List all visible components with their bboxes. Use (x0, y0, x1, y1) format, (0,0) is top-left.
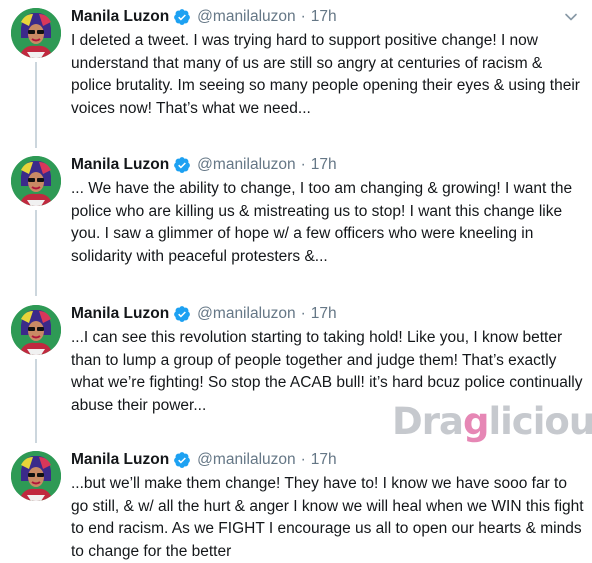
verified-badge-icon (173, 451, 191, 469)
thread-connector-line (35, 62, 37, 148)
tweet-header: Manila Luzon @manilaluzon · 17h (71, 303, 337, 325)
tweet-1[interactable]: Manila Luzon @manilaluzon · 17h I delete… (0, 0, 592, 148)
tweet-text: ... We have the ability to change, I too… (71, 180, 573, 265)
separator-dot: · (300, 451, 306, 468)
tweet-4[interactable]: Manila Luzon @manilaluzon · 17h ...but w… (0, 443, 592, 560)
verified-badge-icon (173, 8, 191, 26)
tweet-header: Manila Luzon @manilaluzon · 17h (71, 6, 337, 28)
tweet-header: Manila Luzon @manilaluzon · 17h (71, 449, 337, 471)
timestamp[interactable]: 17h (311, 305, 337, 323)
separator-dot: · (300, 156, 306, 173)
user-handle[interactable]: @manilaluzon (197, 305, 295, 323)
watermark-text-part3: licious (488, 400, 592, 443)
avatar[interactable] (11, 451, 61, 501)
verified-badge-icon (173, 156, 191, 174)
verified-badge-icon (173, 305, 191, 323)
thread-connector-line (35, 210, 37, 296)
display-name[interactable]: Manila Luzon (71, 451, 169, 469)
avatar[interactable] (11, 8, 61, 58)
thread-connector-line (35, 359, 37, 443)
tweet-2[interactable]: Manila Luzon @manilaluzon · 17h ... We h… (0, 148, 592, 296)
timestamp[interactable]: 17h (311, 451, 337, 469)
watermark-text-part1: Dra (392, 400, 464, 443)
watermark-text-part2: g (462, 400, 489, 443)
avatar[interactable] (11, 305, 61, 355)
avatar[interactable] (11, 156, 61, 206)
display-name[interactable]: Manila Luzon (71, 305, 169, 323)
timestamp[interactable]: 17h (311, 156, 337, 174)
timestamp[interactable]: 17h (311, 8, 337, 26)
user-handle[interactable]: @manilaluzon (197, 451, 295, 469)
separator-dot: · (300, 305, 306, 322)
dragilicious-watermark: Draglicious (392, 400, 592, 443)
display-name[interactable]: Manila Luzon (71, 8, 169, 26)
tweet-thread: Manila Luzon @manilaluzon · 17h I delete… (0, 0, 592, 560)
user-handle[interactable]: @manilaluzon (197, 8, 295, 26)
chevron-down-icon[interactable] (564, 10, 578, 24)
display-name[interactable]: Manila Luzon (71, 156, 169, 174)
tweet-text: I deleted a tweet. I was trying hard to … (71, 32, 580, 117)
user-handle[interactable]: @manilaluzon (197, 156, 295, 174)
separator-dot: · (300, 8, 306, 25)
tweet-text: ...but we’ll make them change! They have… (71, 475, 584, 560)
tweet-header: Manila Luzon @manilaluzon · 17h (71, 154, 337, 176)
